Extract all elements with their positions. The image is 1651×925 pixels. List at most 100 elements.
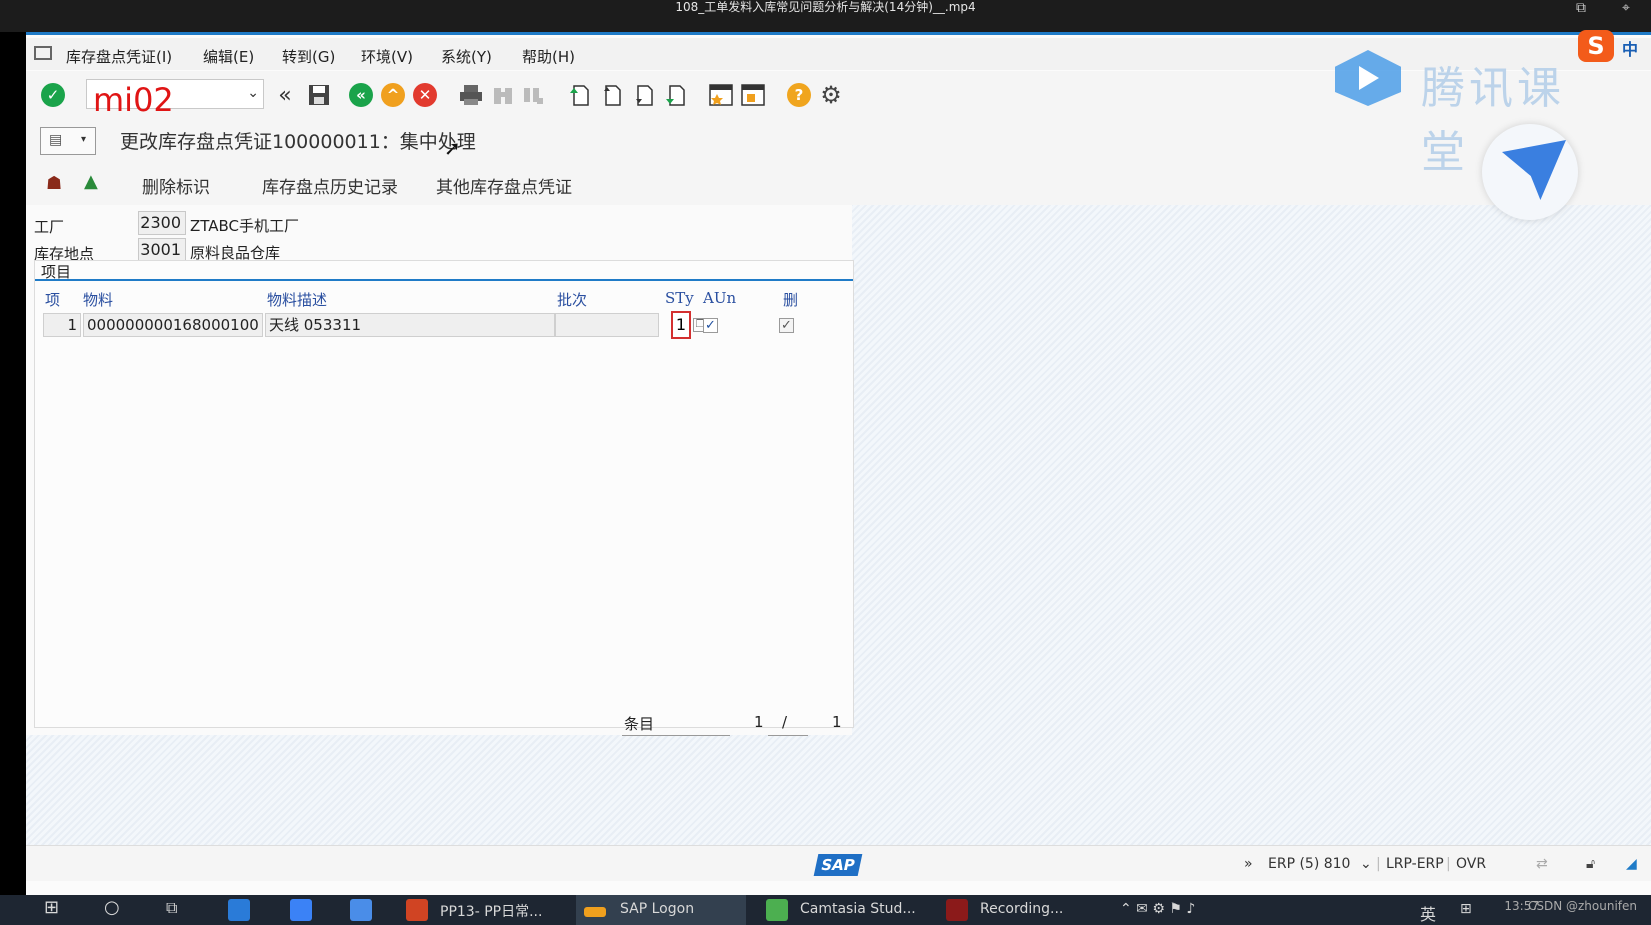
enter-button[interactable]: ✓ — [40, 82, 66, 108]
back-button[interactable]: « — [348, 82, 374, 108]
entries-current-underline — [768, 735, 808, 736]
insert-mode[interactable]: OVR — [1456, 856, 1486, 872]
status-expand-button[interactable]: » — [1244, 856, 1253, 872]
binoculars-plus-icon — [524, 88, 543, 104]
pin-icon[interactable]: ⌖ — [1622, 0, 1630, 16]
shortcut-button[interactable] — [740, 82, 766, 108]
print-button[interactable] — [458, 82, 484, 108]
search-icon[interactable]: ○ — [104, 897, 120, 918]
system-menu-icon[interactable] — [34, 46, 52, 60]
chevron-down-icon: ▾ — [81, 134, 87, 145]
sogou-ime-icon[interactable]: S — [1578, 30, 1614, 62]
row-delete-checkbox[interactable]: ✓ — [779, 318, 794, 333]
first-page-icon — [570, 85, 589, 106]
taskbar: ⊞ ○ ⧉ PP13- PP日常... SAP Logon Camtasia S… — [0, 895, 1651, 925]
video-title: 108_工单发料入库常见问题分析与解决(14分钟)__.mp4 — [675, 0, 976, 14]
row-aun-checkbox[interactable]: ✓ — [703, 318, 718, 333]
other-docs-button[interactable]: 其他库存盘点凭证 — [436, 173, 572, 198]
save-button[interactable] — [306, 82, 332, 108]
row-material: 000000000168000100 — [83, 313, 263, 337]
server-name: LRP-ERP — [1386, 856, 1444, 872]
taskbar-app-powerpoint[interactable]: PP13- PP日常... — [440, 901, 542, 921]
menu-item-help[interactable]: 帮助(H) — [522, 46, 575, 67]
bird-app-icon[interactable] — [350, 899, 372, 921]
task-view-icon[interactable]: ⧉ — [166, 898, 177, 918]
title-row: ▤ ▾ 更改库存盘点凭证100000011：集中处理 — [26, 121, 1651, 161]
menu-item-goto[interactable]: 转到(G) — [282, 46, 335, 67]
taskbar-app-camtasia[interactable]: Camtasia Stud... — [800, 901, 916, 917]
entries-current: 1 — [754, 713, 764, 731]
first-page-button[interactable] — [566, 82, 592, 108]
video-title-bar: 108_工单发料入库常见问题分析与解决(14分钟)__.mp4 ⧉ ⌖ — [0, 0, 1651, 32]
taskbar-app-recording[interactable]: Recording... — [980, 901, 1063, 917]
meeting-icon[interactable] — [290, 899, 312, 921]
column-delete[interactable]: 删 — [783, 289, 798, 310]
column-stock-type[interactable]: STy — [665, 289, 694, 307]
row-description: 天线 053311 — [265, 313, 555, 337]
help-button[interactable]: ? — [786, 82, 812, 108]
menu-item-system[interactable]: 系统(Y) — [441, 46, 492, 67]
play-triangle-icon — [1359, 66, 1379, 90]
chevron-down-icon[interactable]: ⌄ — [247, 85, 259, 101]
next-page-icon — [636, 85, 653, 106]
save-icon — [309, 85, 329, 105]
pip-icon[interactable]: ⧉ — [1576, 0, 1586, 16]
collapse-button[interactable]: « — [272, 82, 298, 108]
camtasia-icon[interactable] — [766, 899, 788, 921]
taskbar-app-sap-logon[interactable]: SAP Logon — [620, 901, 694, 917]
transfer-icon: ⇄ — [1536, 856, 1548, 872]
menu-item-environment[interactable]: 环境(V) — [361, 46, 413, 67]
grid-icon[interactable]: ⊞ — [1460, 901, 1472, 917]
resize-icon[interactable]: ◢ — [1626, 856, 1637, 872]
sap-logon-icon[interactable] — [584, 907, 606, 917]
row-stock-type-input[interactable]: 1 — [671, 311, 691, 339]
edge-icon[interactable] — [228, 899, 250, 921]
content-area: 工厂 2300 ZTABC手机工厂 库存地点 3001 原料良品仓库 项目 项 … — [26, 205, 1651, 845]
entries-label: 条目 — [624, 715, 655, 733]
bird-logo — [1482, 124, 1578, 220]
history-button[interactable]: 库存盘点历史记录 — [262, 173, 398, 198]
next-page-button[interactable] — [630, 82, 656, 108]
print-icon — [460, 85, 482, 105]
last-page-icon — [666, 85, 685, 106]
column-item[interactable]: 项 — [45, 289, 60, 310]
exit-button[interactable]: ^ — [380, 82, 406, 108]
windows-start-icon[interactable]: ⊞ — [44, 897, 59, 918]
storage-location-field: 3001 — [138, 238, 186, 262]
new-session-icon — [709, 84, 733, 106]
screen-menu-button[interactable]: ▤ ▾ — [40, 127, 96, 155]
lock-icon[interactable]: 🔓︎ — [1586, 856, 1595, 872]
application-toolbar: ☗ ▲ 删除标识 库存盘点历史记录 其他库存盘点凭证 — [26, 161, 1651, 205]
powerpoint-icon[interactable] — [406, 899, 428, 921]
prev-page-button[interactable] — [598, 82, 624, 108]
command-field[interactable]: mi02 ⌄ — [86, 79, 264, 118]
input-language[interactable]: 英 — [1420, 901, 1436, 925]
column-aun[interactable]: AUn — [703, 289, 736, 307]
ime-mode[interactable]: 中 — [1622, 36, 1638, 60]
hat-icon[interactable]: ☗ — [46, 173, 62, 194]
page-title: 更改库存盘点凭证100000011：集中处理 — [120, 131, 476, 153]
plant-description: ZTABC手机工厂 — [190, 217, 300, 235]
credit-watermark: CSDN @zhounifen — [1527, 899, 1637, 913]
find-next-button — [520, 82, 546, 108]
menu-item-inventory-doc[interactable]: 库存盘点凭证(I) — [66, 46, 172, 67]
prev-page-icon — [604, 85, 621, 106]
column-material[interactable]: 物料 — [83, 289, 113, 310]
command-value: mi02 — [93, 81, 174, 119]
new-session-button[interactable] — [708, 82, 734, 108]
tray-icons[interactable]: ⌃ ✉ ⚙ ⚑ ♪ — [1120, 901, 1195, 917]
chevron-down-icon[interactable]: ⌄ — [1360, 856, 1372, 872]
settings-button[interactable]: ⚙ — [818, 81, 844, 109]
recording-icon[interactable] — [946, 899, 968, 921]
cancel-button[interactable]: ✕ — [412, 82, 438, 108]
menu-item-edit[interactable]: 编辑(E) — [203, 46, 254, 67]
system-info[interactable]: ERP (5) 810 — [1268, 856, 1350, 872]
entries-separator: / — [782, 713, 788, 731]
last-page-button[interactable] — [662, 82, 688, 108]
mountain-icon[interactable]: ▲ — [84, 171, 98, 192]
delete-flag-button[interactable]: 删除标识 — [142, 173, 210, 198]
binoculars-icon — [494, 88, 512, 104]
column-description[interactable]: 物料描述 — [267, 289, 327, 310]
help-icon: ? — [787, 83, 811, 107]
column-batch[interactable]: 批次 — [557, 289, 587, 310]
